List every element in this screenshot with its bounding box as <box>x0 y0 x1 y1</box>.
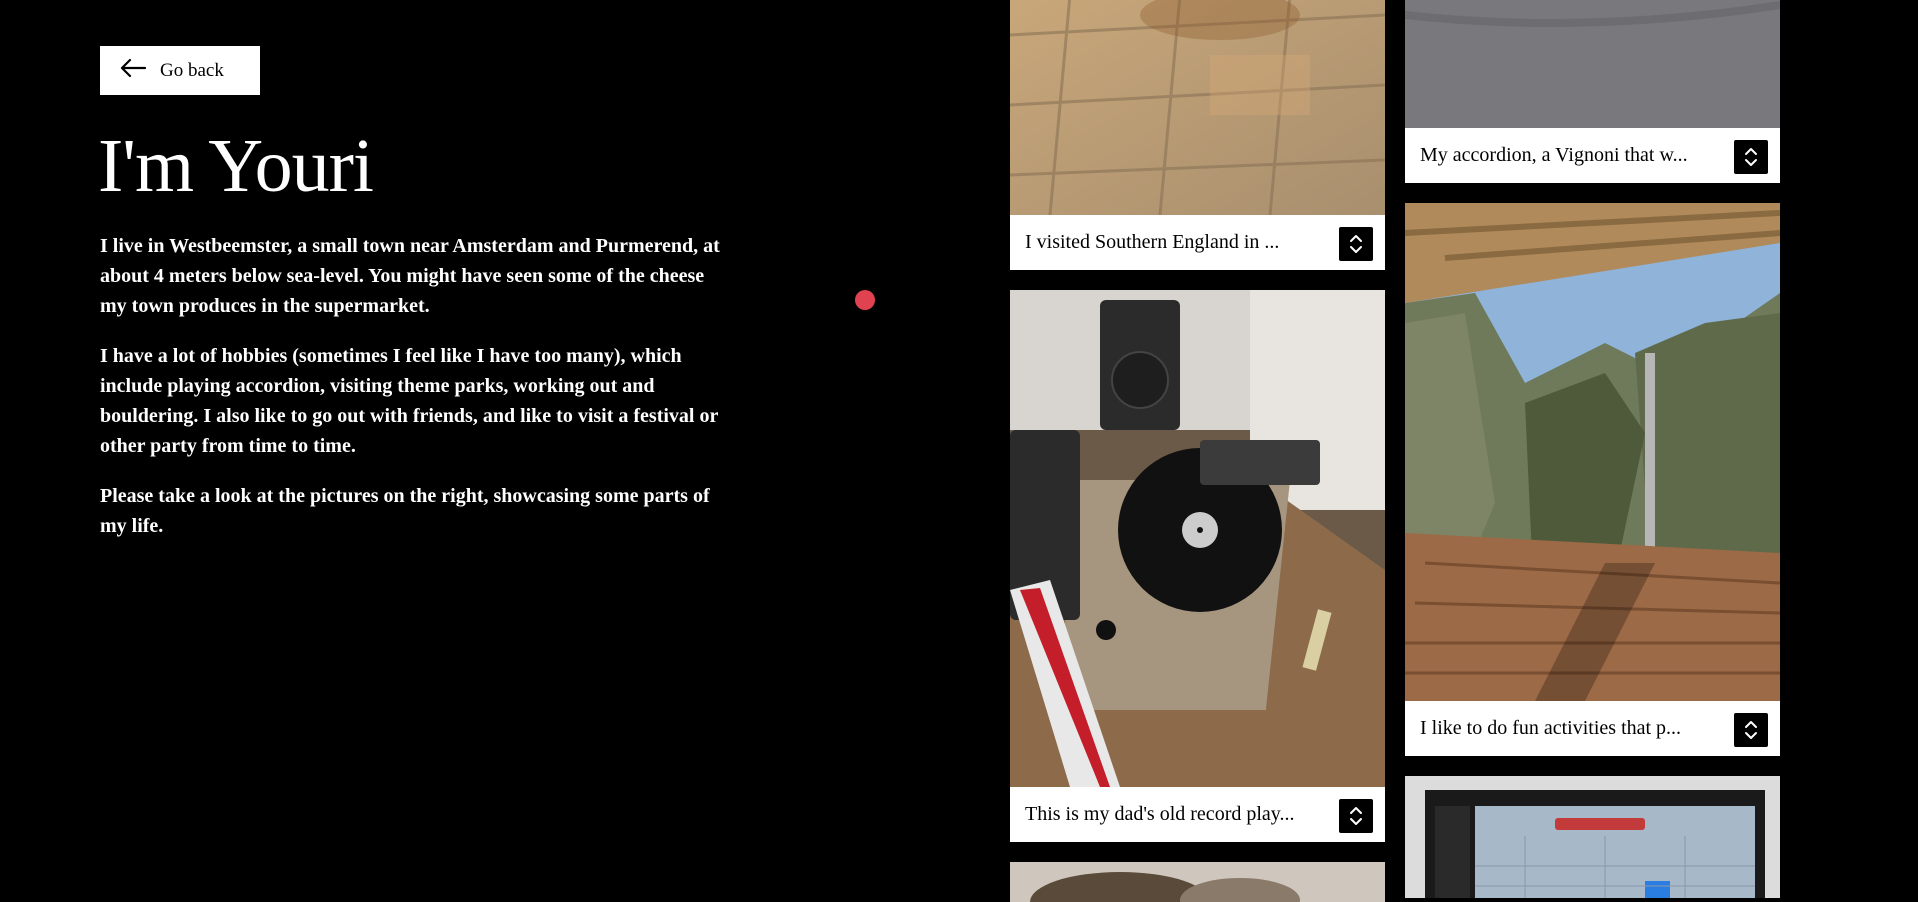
caption-text: My accordion, a Vignoni that w... <box>1420 144 1688 166</box>
caption-text: This is my dad's old record play... <box>1025 803 1295 825</box>
go-back-label: Go back <box>160 59 224 81</box>
expand-chevrons-icon <box>1745 721 1757 739</box>
expand-button[interactable] <box>1734 140 1768 174</box>
expand-button[interactable] <box>1339 799 1373 833</box>
caption-bar: I visited Southern England in ... <box>1010 215 1385 270</box>
caption-text: I like to do fun activities that p... <box>1420 717 1682 739</box>
expand-button[interactable] <box>1339 227 1373 261</box>
gallery-card-food[interactable] <box>1010 862 1385 902</box>
caption-bar: This is my dad's old record play... <box>1010 787 1385 842</box>
gallery-card-southern-england[interactable]: I visited Southern England in ... <box>1010 0 1385 270</box>
bio-paragraph-3: Please take a look at the pictures on th… <box>100 485 710 537</box>
bio-text: I live in Westbeemster, a small town nea… <box>100 231 725 561</box>
caption-bar: I like to do fun activities that p... <box>1405 701 1780 756</box>
photo-record-player <box>1010 290 1385 787</box>
photo-carpet <box>1405 0 1780 128</box>
go-back-button[interactable]: Go back <box>100 46 260 95</box>
caption-text: I visited Southern England in ... <box>1025 231 1280 253</box>
arrow-left-icon <box>120 58 147 84</box>
bio-paragraph-1: I live in Westbeemster, a small town nea… <box>100 235 720 317</box>
photo-stone-floor <box>1010 0 1385 215</box>
gallery-card-activities[interactable]: I like to do fun activities that p... <box>1405 203 1780 756</box>
photo-food <box>1010 862 1385 902</box>
photo-computer <box>1405 776 1780 898</box>
page-title: I'm Youri <box>98 124 374 208</box>
caption-bar: My accordion, a Vignoni that w... <box>1405 128 1780 183</box>
expand-chevrons-icon <box>1745 148 1757 166</box>
expand-chevrons-icon <box>1350 807 1362 825</box>
cursor-dot <box>855 290 875 310</box>
gallery-card-accordion[interactable]: My accordion, a Vignoni that w... <box>1405 0 1780 183</box>
gallery-card-record-player[interactable]: This is my dad's old record play... <box>1010 290 1385 842</box>
gallery-card-computer[interactable] <box>1405 776 1780 898</box>
bio-paragraph-2: I have a lot of hobbies (sometimes I fee… <box>100 345 719 457</box>
expand-chevrons-icon <box>1350 235 1362 253</box>
expand-button[interactable] <box>1734 713 1768 747</box>
photo-canyon <box>1405 203 1780 701</box>
